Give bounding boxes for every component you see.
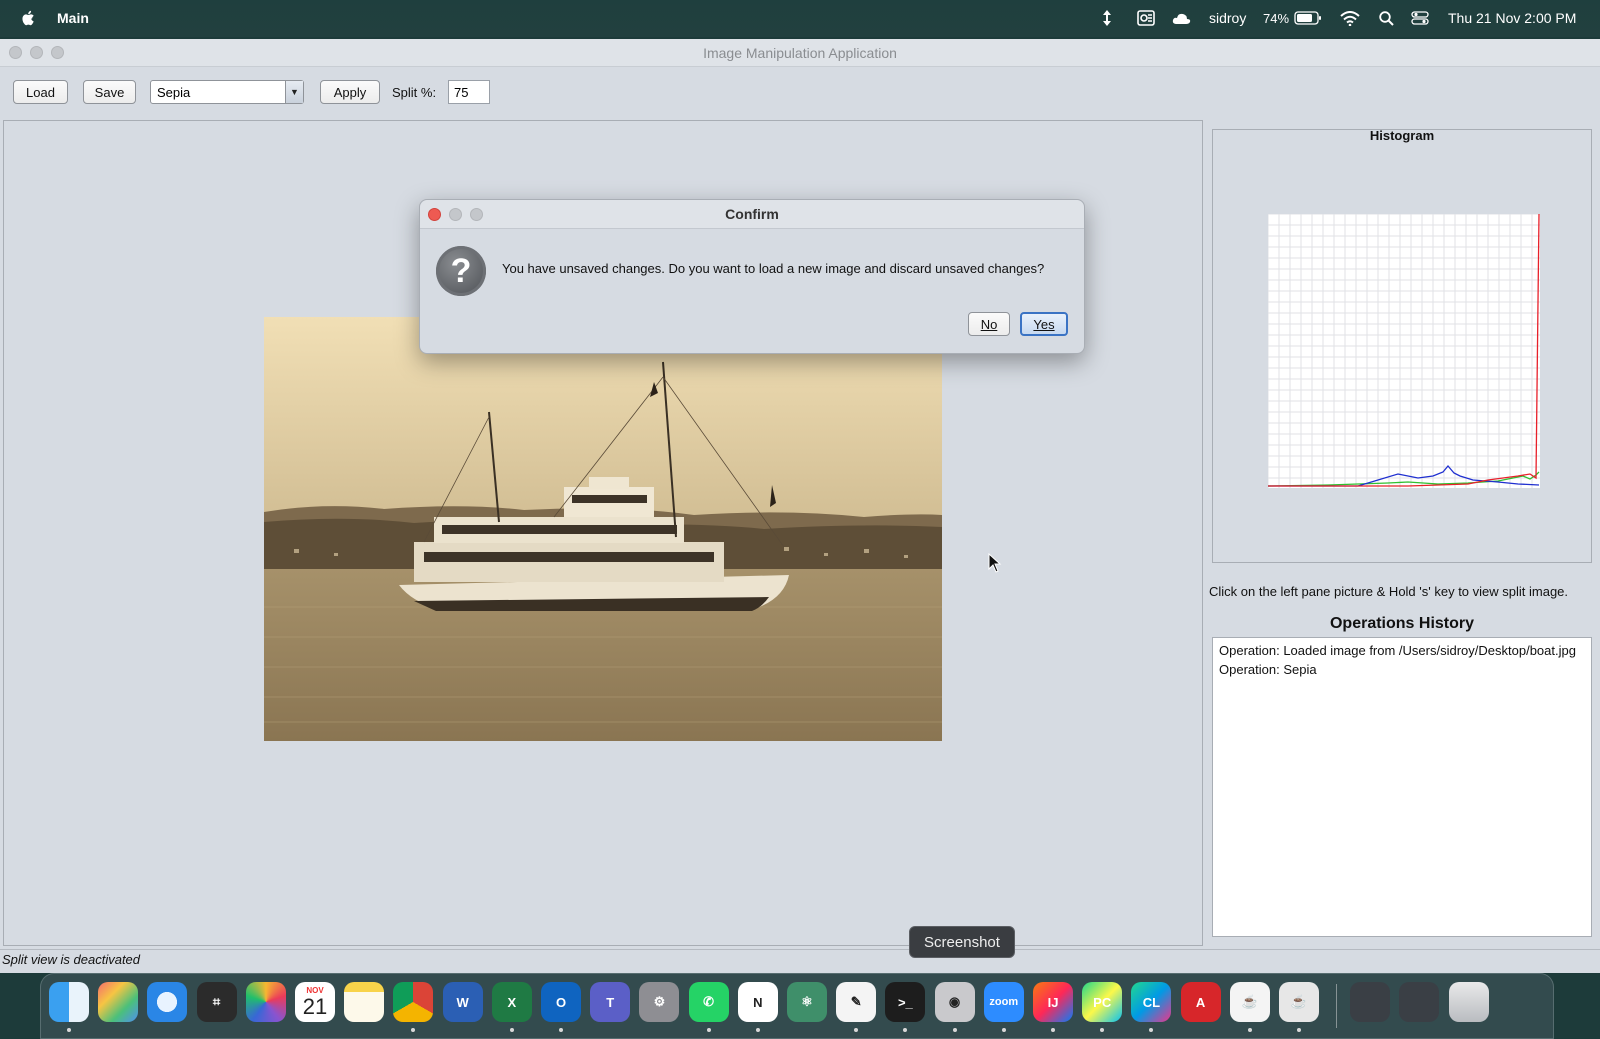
toolbar: Load Save Sepia ▼ Apply Split %: 75 xyxy=(0,67,1600,117)
outlook-icon[interactable]: O xyxy=(541,982,581,1022)
running-indicator xyxy=(1247,1028,1252,1032)
load-button[interactable]: Load xyxy=(13,80,68,104)
launchpad-icon[interactable] xyxy=(98,982,139,1022)
image-preview[interactable] xyxy=(264,317,942,741)
running-indicator xyxy=(67,1028,71,1032)
apply-button[interactable]: Apply xyxy=(320,80,380,104)
running-indicator xyxy=(903,1028,908,1032)
histogram-title: Histogram xyxy=(1369,128,1435,143)
dock-separator xyxy=(1336,984,1338,1028)
running-indicator xyxy=(706,1028,711,1032)
yes-button[interactable]: Yes xyxy=(1020,312,1068,336)
documents-stack-icon[interactable] xyxy=(1399,982,1440,1022)
running-indicator xyxy=(509,1028,514,1032)
excel-icon[interactable]: X xyxy=(491,982,532,1022)
app-window: Image Manipulation Application Load Save… xyxy=(0,39,1600,973)
app-menu-name[interactable]: Main xyxy=(57,10,89,26)
calendar-icon[interactable]: NOV 21 xyxy=(295,982,335,1022)
textedit-icon[interactable]: ✎ xyxy=(836,982,877,1022)
filter-select-value: Sepia xyxy=(157,84,191,100)
acrobat-icon[interactable]: A xyxy=(1180,982,1221,1022)
split-view-hint: Click on the left pane picture & Hold 's… xyxy=(1209,584,1569,599)
mouse-cursor-icon xyxy=(988,553,1002,573)
running-indicator xyxy=(1051,1028,1055,1032)
downloads-stack-icon[interactable] xyxy=(1350,982,1391,1022)
running-indicator xyxy=(755,1028,760,1032)
no-button-label: No xyxy=(980,316,998,332)
list-item[interactable]: Operation: Loaded image from /Users/sidr… xyxy=(1219,641,1585,660)
menu-bar: Main sidroy 74% Thu 21 Nov 2:00 PM xyxy=(0,0,1600,37)
menu-clock[interactable]: Thu 21 Nov 2:00 PM xyxy=(1448,9,1576,27)
running-indicator xyxy=(1149,1028,1154,1032)
boat-photo xyxy=(264,317,942,741)
running-indicator xyxy=(1001,1028,1006,1032)
split-percent-input[interactable]: 75 xyxy=(448,80,490,104)
search-icon[interactable] xyxy=(1378,9,1394,27)
window-title: Image Manipulation Application xyxy=(703,45,897,61)
dock: ⌗ NOV 21 W X O T ⚙ ✆ N ⚛ ✎ >_ ◉ zoom IJ PC CL A ☕ ☕ xyxy=(40,973,1554,1039)
dialog-message: You have unsaved changes. Do you want to… xyxy=(502,261,1045,276)
clion-icon[interactable]: CL xyxy=(1131,982,1172,1022)
dialog-titlebar: Confirm xyxy=(420,200,1084,229)
calendar-day: 21 xyxy=(302,993,328,1019)
chrome-icon[interactable] xyxy=(393,982,434,1022)
zoom-icon[interactable]: zoom xyxy=(983,982,1024,1022)
safari-icon[interactable] xyxy=(147,982,188,1022)
filter-select[interactable]: Sepia ▼ xyxy=(150,80,304,104)
notion-icon[interactable]: N xyxy=(737,982,778,1022)
running-indicator xyxy=(411,1028,416,1032)
user-name[interactable]: sidroy xyxy=(1209,9,1246,27)
status-bar: Split view is deactivated xyxy=(0,949,1600,971)
window-titlebar: Image Manipulation Application xyxy=(0,39,1600,67)
terminal-icon[interactable]: >_ xyxy=(885,982,926,1022)
screenshot-icon[interactable]: ◉ xyxy=(934,982,975,1022)
pycharm-icon[interactable]: PC xyxy=(1082,982,1123,1022)
settings-icon[interactable]: ⚙ xyxy=(639,982,680,1022)
atom-icon[interactable]: ⚛ xyxy=(787,982,827,1022)
updown-arrow-icon[interactable] xyxy=(1100,9,1114,27)
running-indicator xyxy=(1100,1028,1105,1032)
dock-tooltip: Screenshot xyxy=(909,926,1015,958)
notes-icon[interactable] xyxy=(344,982,385,1022)
dialog-title: Confirm xyxy=(725,206,779,222)
running-indicator xyxy=(1297,1028,1301,1032)
photos-icon[interactable] xyxy=(245,982,286,1022)
wifi-icon[interactable] xyxy=(1340,9,1360,27)
question-icon: ? xyxy=(436,246,486,296)
operations-history-list[interactable]: Operation: Loaded image from /Users/sidr… xyxy=(1212,637,1592,937)
chevron-down-icon[interactable]: ▼ xyxy=(285,81,303,103)
teams-icon[interactable]: T xyxy=(590,982,631,1022)
trash-icon[interactable] xyxy=(1448,982,1489,1022)
save-button[interactable]: Save xyxy=(83,80,136,104)
whatsapp-icon[interactable]: ✆ xyxy=(688,982,729,1022)
operations-history-title: Operations History xyxy=(1329,615,1475,632)
histogram-panel: Histogram xyxy=(1212,128,1592,563)
split-label: Split %: xyxy=(392,85,437,100)
finder-icon[interactable] xyxy=(49,982,89,1022)
yes-button-label: Yes xyxy=(1033,316,1055,332)
histogram-chart xyxy=(1268,214,1540,488)
running-indicator xyxy=(854,1028,859,1032)
outlook-menu-icon[interactable] xyxy=(1136,9,1156,27)
list-item[interactable]: Operation: Sepia xyxy=(1219,660,1585,679)
java-icon[interactable]: ☕ xyxy=(1279,982,1319,1022)
java-launcher-icon[interactable]: ☕ xyxy=(1229,982,1270,1022)
word-icon[interactable]: W xyxy=(442,982,483,1022)
battery-percent: 74% xyxy=(1263,10,1290,26)
battery-icon[interactable] xyxy=(1294,9,1322,27)
calculator-icon[interactable]: ⌗ xyxy=(196,982,237,1022)
no-button[interactable]: No xyxy=(968,312,1010,336)
confirm-dialog: Confirm ? You have unsaved changes. Do y… xyxy=(419,199,1085,354)
running-indicator xyxy=(559,1028,563,1032)
running-indicator xyxy=(952,1028,957,1032)
control-center-icon[interactable] xyxy=(1411,9,1429,27)
weather-icon[interactable] xyxy=(1172,9,1192,27)
intellij-icon[interactable]: IJ xyxy=(1033,982,1073,1022)
apple-icon[interactable] xyxy=(20,9,38,27)
